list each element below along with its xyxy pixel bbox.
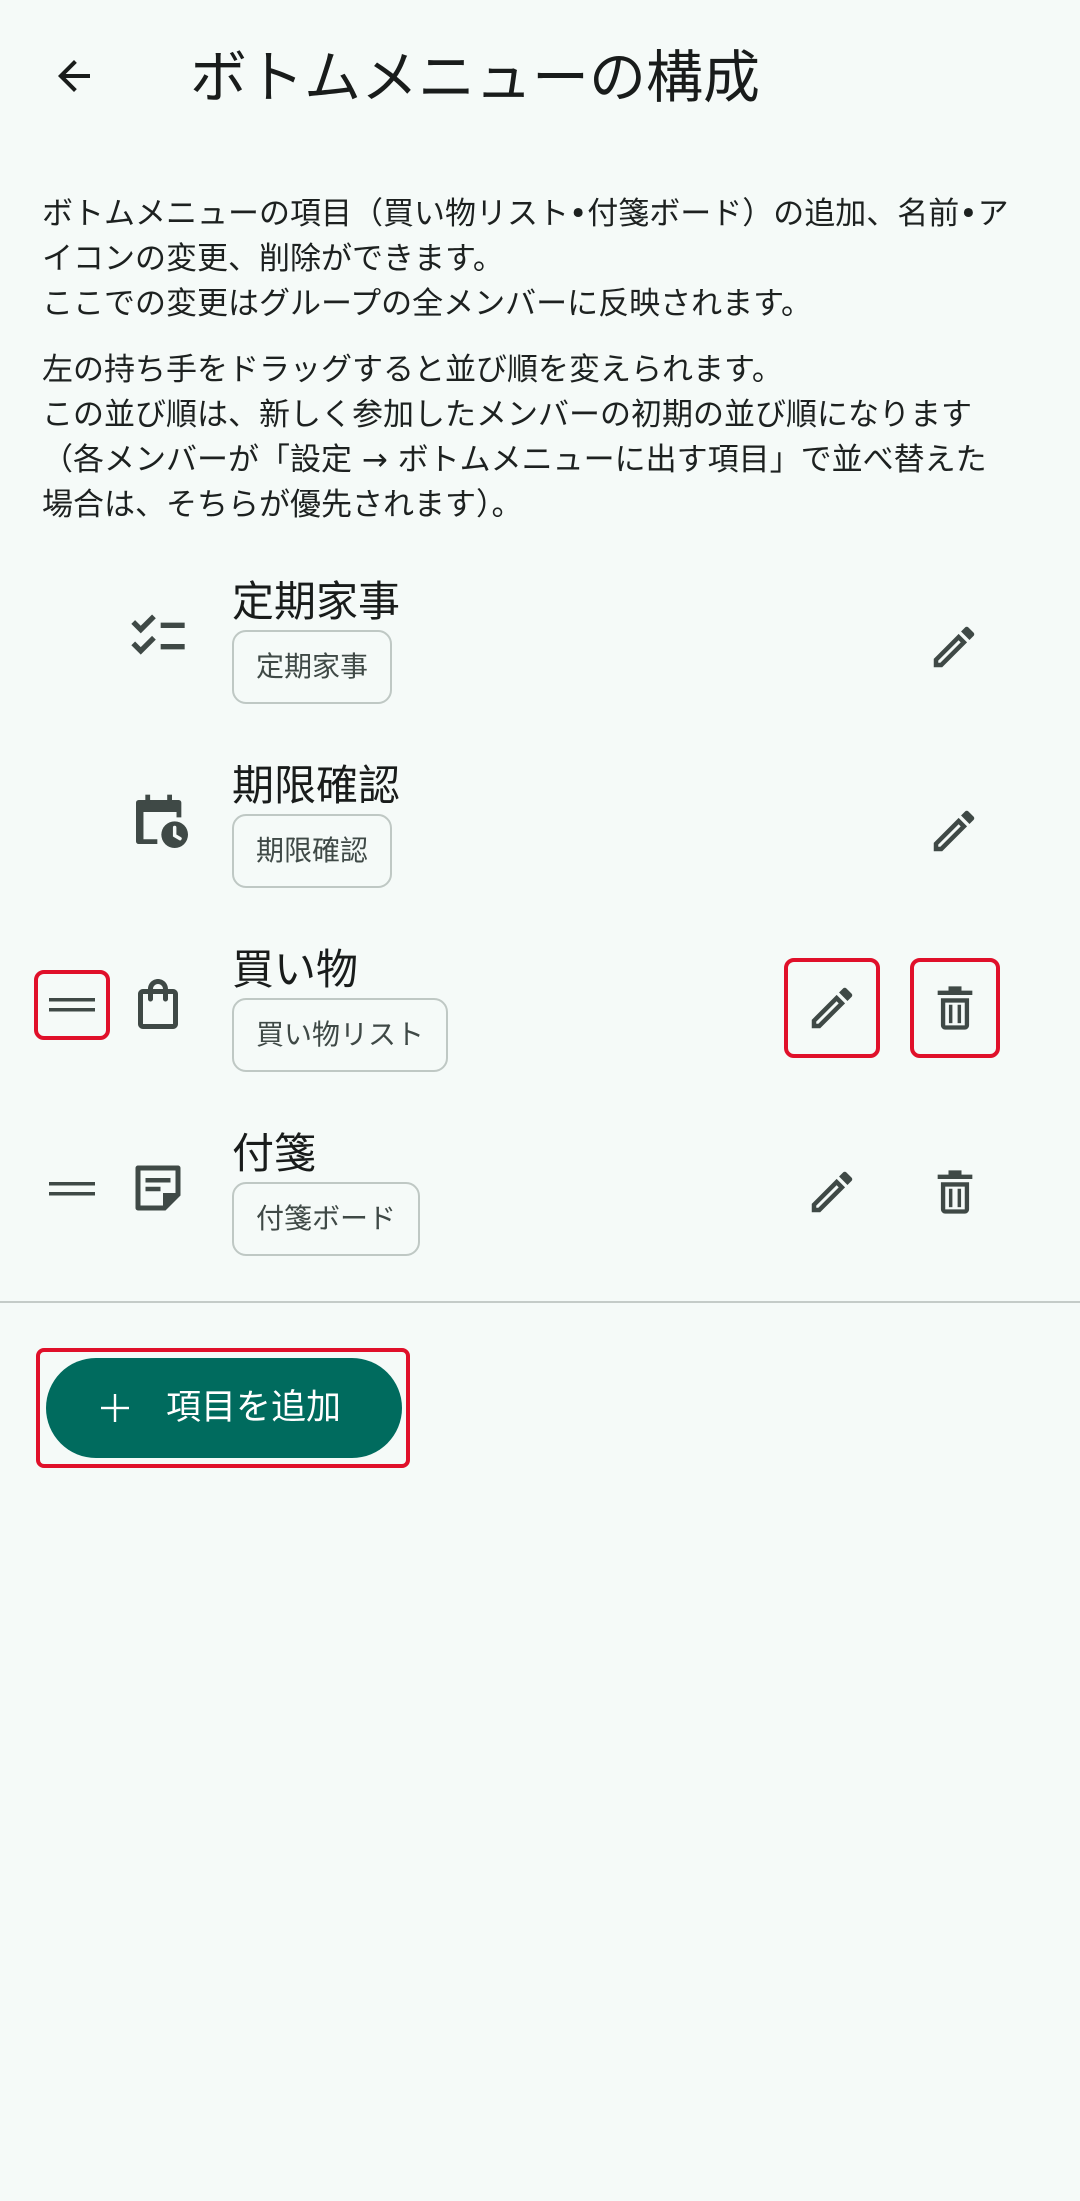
drag-handle[interactable] [34,970,110,1040]
description-line: （各メンバーが「設定 → ボトムメニューに出す項目」で並べ替えた [42,442,987,478]
drag-handle-icon [49,1179,95,1199]
menu-item-deadline-check: 期限確認 期限確認 [0,744,1080,914]
menu-item-chip: 定期家事 [232,630,393,704]
add-item-button[interactable]: 項目を追加 [46,1358,402,1458]
menu-item-sticky-notes: 付箋 付箋ボード [0,1112,1080,1282]
shopping-bag-icon [126,972,190,1036]
description-line: 左の持ち手をドラッグすると並び順を変えられます。 [42,352,783,388]
menu-item-chip: 期限確認 [232,814,393,888]
trash-icon [929,1166,981,1218]
delete-button[interactable] [910,1142,1000,1242]
app-bar: ボトムメニューの構成 [0,0,1080,160]
sticky-note-icon [126,1156,190,1220]
description-line: イコンの変更、削除ができます。 [42,241,504,277]
menu-item-name: 付箋 [232,1129,317,1178]
description-paragraph-1: ボトムメニューの項目（買い物リスト•付箋ボード）の追加、名前•ア イコンの変更、… [42,192,1042,327]
pencil-icon [805,1165,859,1219]
menu-item-shopping: 買い物 買い物リスト [0,928,1080,1098]
calendar-clock-icon [128,788,192,852]
drag-handle[interactable] [34,1154,110,1224]
plus-icon [98,1391,132,1425]
description-paragraph-2: 左の持ち手をドラッグすると並び順を変えられます。 この並び順は、新しく参加したメ… [42,348,1042,528]
back-button[interactable] [34,36,114,116]
edit-button[interactable] [912,786,996,876]
delete-button[interactable] [910,958,1000,1058]
description: ボトムメニューの項目（買い物リスト•付箋ボード）の追加、名前•ア イコンの変更、… [42,192,1042,549]
edit-button[interactable] [784,958,880,1058]
edit-button[interactable] [912,602,996,692]
pencil-icon [805,981,859,1035]
drag-handle-icon [49,995,95,1015]
menu-item-name: 買い物 [232,945,359,994]
divider [0,1301,1080,1303]
pencil-icon [927,620,981,674]
description-line: この並び順は、新しく参加したメンバーの初期の並び順になります [42,397,972,433]
menu-item-chip: 買い物リスト [232,998,449,1072]
trash-icon [929,982,981,1034]
description-line: ボトムメニューの項目（買い物リスト•付箋ボード）の追加、名前•ア [42,196,1009,232]
menu-item-name: 期限確認 [232,761,401,810]
edit-button[interactable] [784,1142,880,1242]
menu-item-routine-chores: 定期家事 定期家事 [0,560,1080,730]
menu-item-chip: 付箋ボード [232,1182,421,1256]
menu-item-name: 定期家事 [232,577,401,626]
checklist-icon [126,604,190,668]
arrow-left-icon [50,52,98,100]
page-title: ボトムメニューの構成 [190,45,760,111]
add-item-highlight: 項目を追加 [36,1348,410,1468]
add-item-label: 項目を追加 [166,1388,342,1428]
pencil-icon [927,804,981,858]
description-line: ここでの変更はグループの全メンバーに反映されます。 [42,286,813,322]
description-line: 場合は、そちらが優先されます）。 [42,487,523,523]
